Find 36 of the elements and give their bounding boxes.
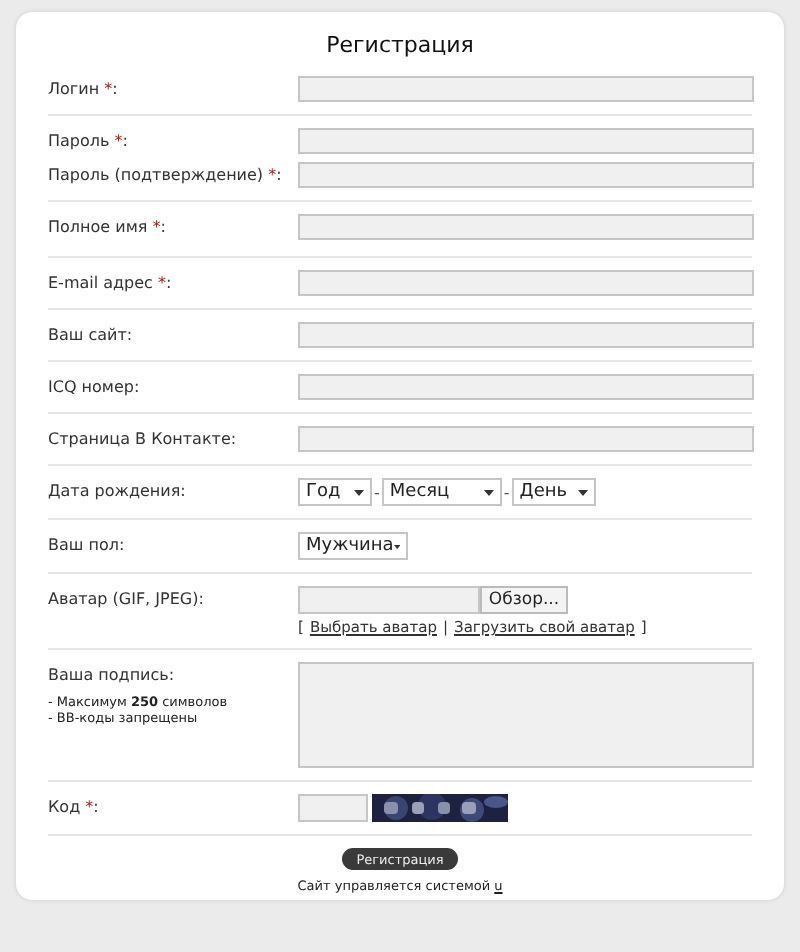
code-field[interactable] [298, 794, 368, 822]
input-field[interactable] [298, 162, 754, 188]
field-label: Код *: [48, 796, 101, 820]
form-title: Регистрация [324, 32, 476, 60]
caret-icon [354, 489, 364, 495]
input-field[interactable] [298, 374, 754, 400]
field-label: Страница В Контакте: [48, 428, 239, 452]
field-label: Ваш сайт: [48, 324, 135, 348]
field-label: Логин *: [48, 78, 120, 102]
separator-text: - [503, 483, 510, 501]
caret-icon [577, 489, 588, 495]
file-field[interactable] [298, 586, 480, 614]
caret-icon [393, 543, 400, 549]
dropdown[interactable]: Год [298, 478, 372, 506]
browse-button[interactable]: Обзор... [480, 586, 568, 614]
field-label: Ваш пол: [48, 534, 127, 558]
separator-text: - [374, 483, 380, 501]
field-label: ICQ номер: [48, 376, 142, 400]
input-field[interactable] [298, 426, 754, 452]
field-label: Аватар (GIF, JPEG): [48, 588, 206, 612]
input-field[interactable] [298, 270, 754, 296]
dropdown[interactable]: Мужчина [298, 532, 408, 560]
field-label: Полное имя *: [48, 216, 168, 240]
dropdown[interactable]: Месяц [381, 478, 502, 506]
field-label: Пароль *: [48, 130, 130, 154]
input-field[interactable] [298, 76, 754, 102]
signature-field[interactable] [298, 662, 754, 768]
field-label: Дата рождения: [48, 480, 188, 504]
input-field[interactable] [298, 322, 754, 348]
field-label: Пароль (подтверждение) *: [48, 164, 284, 188]
field-label: E-mail адрес *: [48, 272, 174, 296]
dropdown[interactable]: День [511, 478, 596, 506]
input-field[interactable] [298, 128, 754, 154]
input-field[interactable] [298, 214, 754, 240]
caret-icon [483, 489, 494, 495]
field-label: Ваша подпись: [48, 664, 177, 688]
